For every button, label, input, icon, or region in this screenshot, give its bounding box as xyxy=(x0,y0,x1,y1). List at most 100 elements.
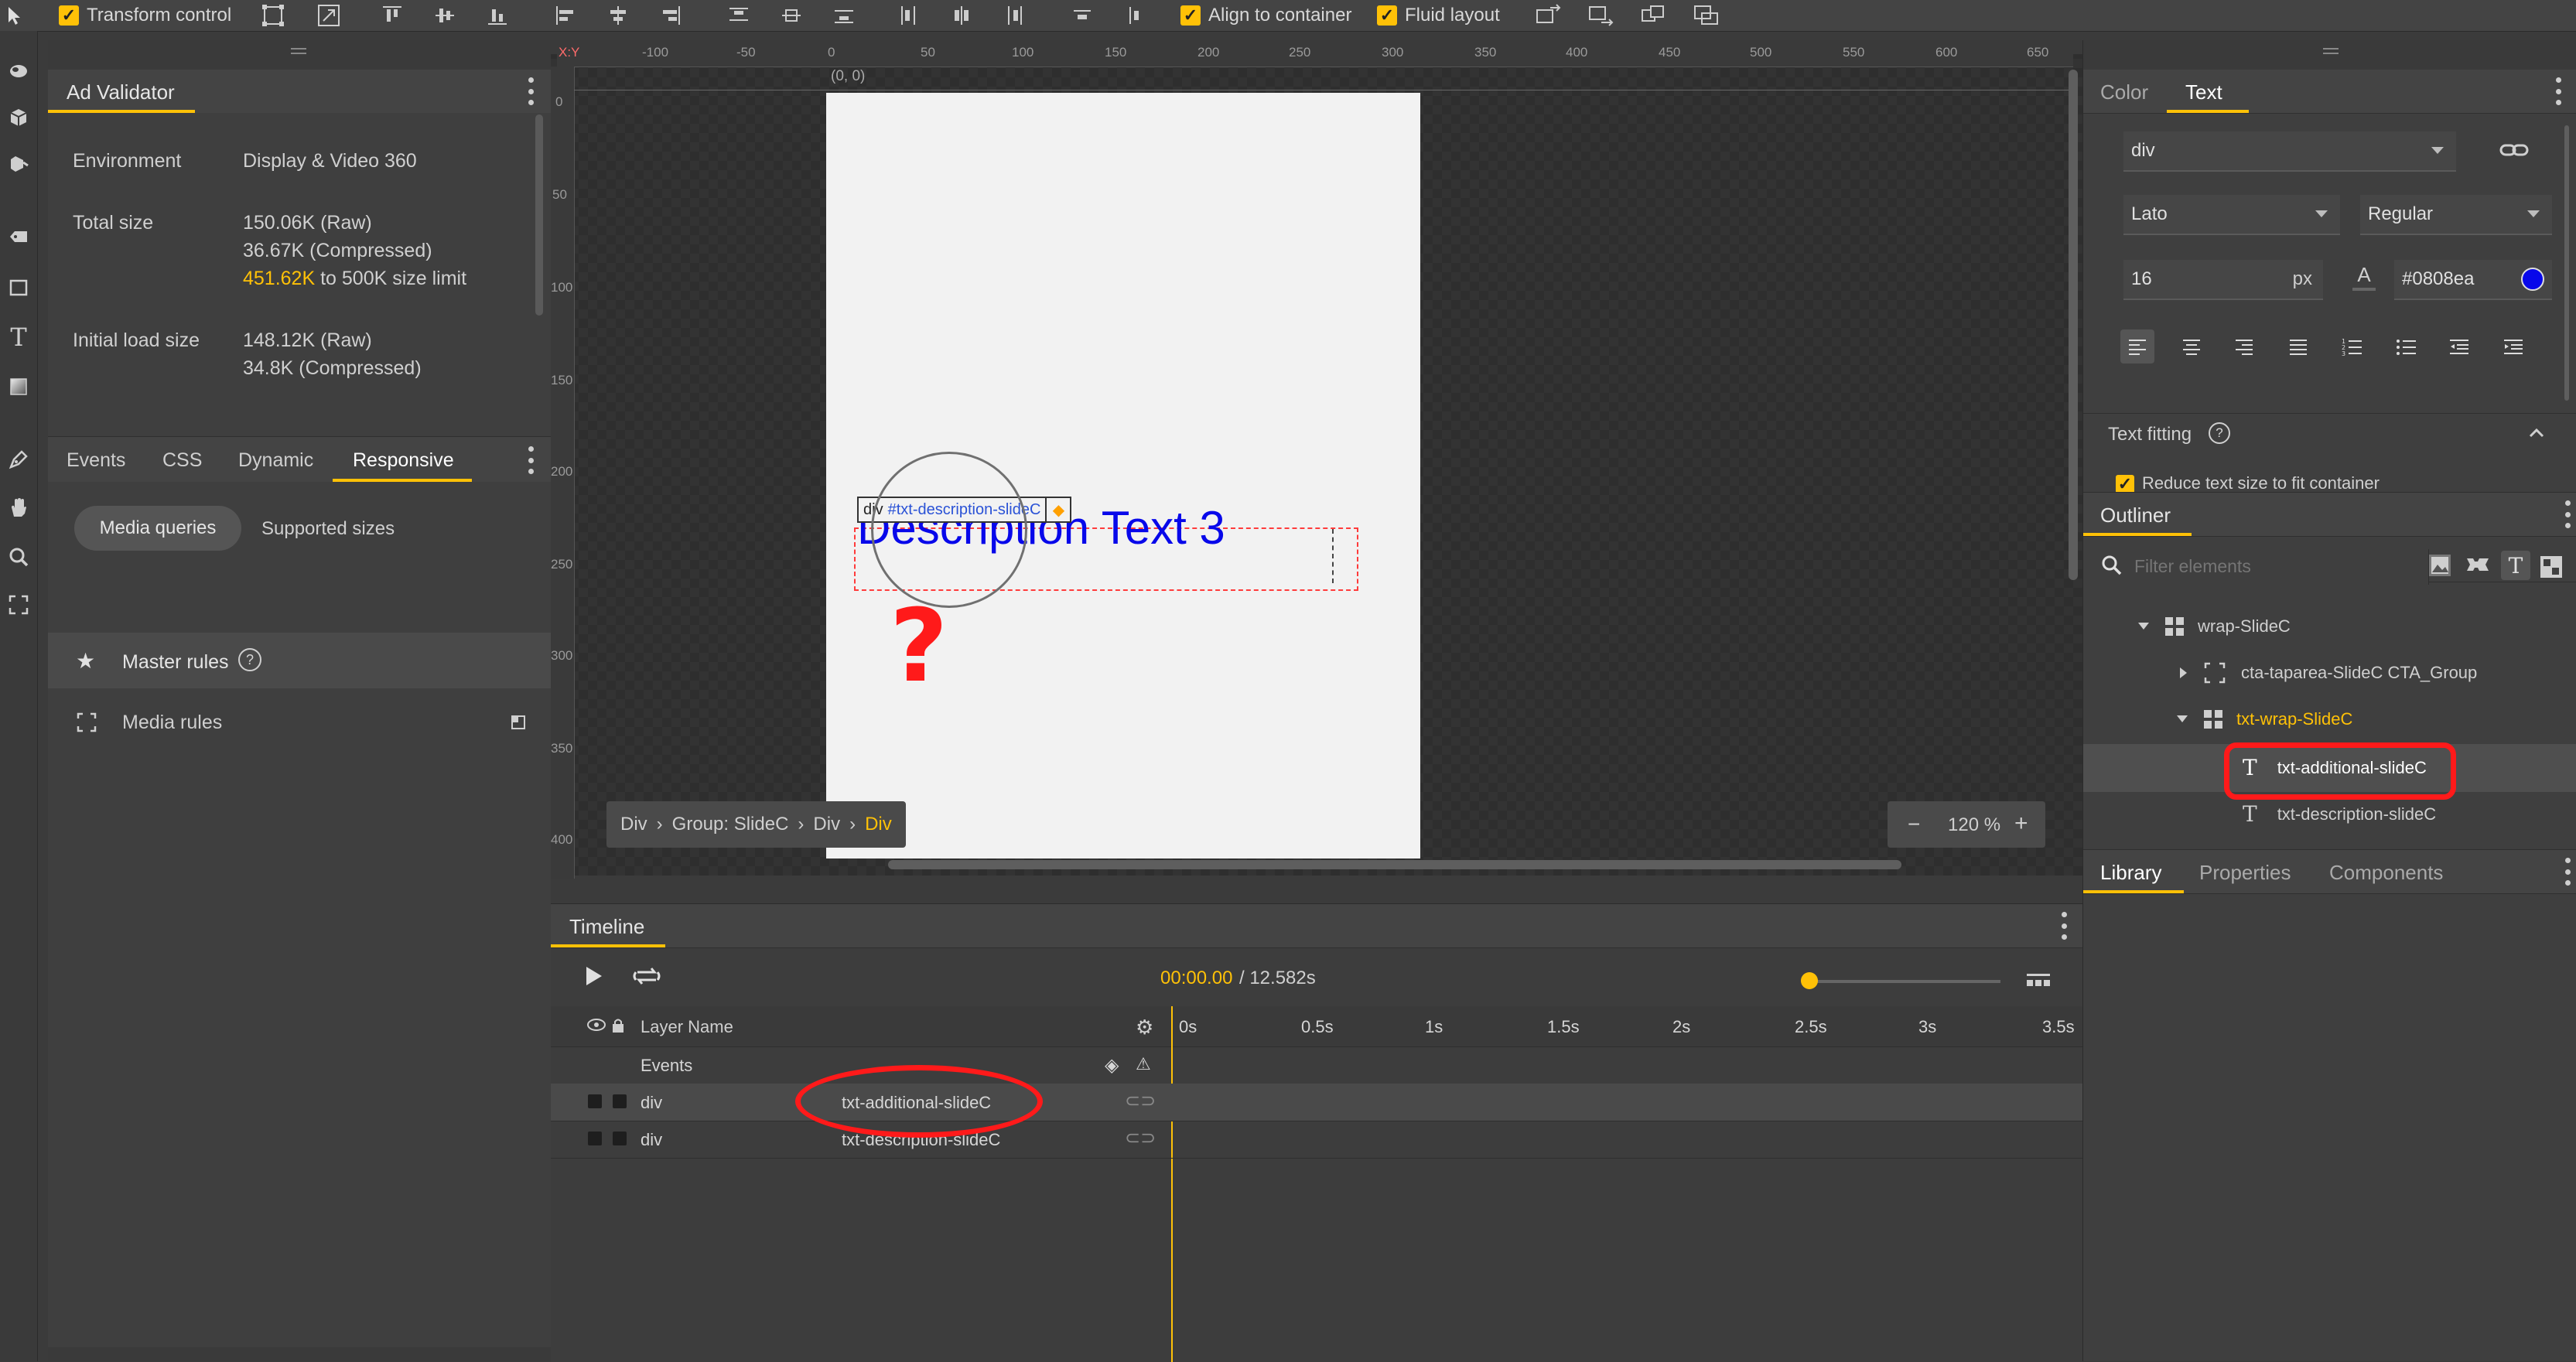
distribute-middle-icon[interactable] xyxy=(780,0,803,31)
lock-toggle[interactable] xyxy=(613,1132,627,1145)
lock-icon[interactable] xyxy=(611,1017,625,1038)
brush-tool-icon[interactable] xyxy=(6,59,31,84)
slider-thumb[interactable] xyxy=(1801,972,1818,989)
reduce-text-option[interactable]: ✓ Reduce text size to fit container xyxy=(2116,470,2380,492)
media-queries-button[interactable]: Media queries xyxy=(74,506,241,551)
font-color-input[interactable]: #0808ea xyxy=(2394,260,2552,300)
layer-row[interactable]: div txt-description-slideC ⊂⊃ xyxy=(551,1121,2082,1159)
hand-tool-icon[interactable] xyxy=(6,495,31,520)
kebab-menu-icon[interactable] xyxy=(2564,858,2571,886)
font-color-icon[interactable]: A xyxy=(2351,265,2377,295)
timeline-view-icon[interactable] xyxy=(2025,971,2052,991)
properties-scrollbar[interactable] xyxy=(2564,125,2569,401)
validator-scrollbar[interactable] xyxy=(535,114,543,316)
send-to-back-icon[interactable] xyxy=(1693,0,1720,31)
link-icon[interactable]: ⊂⊃ xyxy=(1125,1090,1156,1112)
gradient-tool-icon[interactable] xyxy=(6,374,31,399)
font-size-input[interactable]: 16 px xyxy=(2123,260,2323,300)
play-icon[interactable] xyxy=(582,964,605,988)
send-backward-icon[interactable] xyxy=(1587,0,1615,31)
settings-gear-icon[interactable]: ⚙ xyxy=(1136,1016,1153,1039)
image-filter-icon[interactable] xyxy=(2427,552,2453,579)
components-filter-icon[interactable] xyxy=(2464,554,2492,577)
add-keyframe-icon[interactable]: ◈ xyxy=(1105,1054,1119,1077)
tab-responsive[interactable]: Responsive xyxy=(353,449,454,472)
filter-elements-input[interactable] xyxy=(2133,551,2414,582)
scale-icon[interactable] xyxy=(316,0,342,31)
add-rule-icon[interactable] xyxy=(509,713,528,732)
layer-row[interactable]: div txt-additional-slideC ⊂⊃ xyxy=(551,1084,2082,1121)
tab-text[interactable]: Text xyxy=(2185,80,2222,104)
kebab-menu-icon[interactable] xyxy=(528,446,534,474)
group-filter-icon[interactable] xyxy=(2538,554,2564,580)
bring-forward-icon[interactable] xyxy=(1535,0,1563,31)
distribute-center-icon[interactable] xyxy=(950,0,973,31)
breadcrumb-current[interactable]: Div xyxy=(865,814,892,835)
kebab-menu-icon[interactable] xyxy=(2061,912,2067,940)
3d-object-tool-icon[interactable] xyxy=(6,105,31,130)
font-family-select[interactable]: Lato xyxy=(2123,195,2340,235)
tab-properties[interactable]: Properties xyxy=(2199,861,2291,885)
supported-sizes-button[interactable]: Supported sizes xyxy=(261,518,395,540)
align-right-icon[interactable] xyxy=(659,0,682,31)
lock-toggle[interactable] xyxy=(613,1094,627,1108)
text-align-left-icon[interactable] xyxy=(2120,329,2154,364)
outliner-item[interactable]: txt-wrap-SlideC xyxy=(2176,708,2352,730)
help-icon[interactable]: ? xyxy=(238,648,261,671)
numbered-list-icon[interactable]: 123 xyxy=(2335,329,2369,364)
ad-validator-title[interactable]: Ad Validator xyxy=(67,80,175,104)
zoom-level[interactable]: 120 % xyxy=(1948,814,2000,836)
text-justify-icon[interactable] xyxy=(2281,329,2315,364)
zoom-tool-icon[interactable] xyxy=(6,544,31,569)
kebab-menu-icon[interactable] xyxy=(528,77,534,105)
visibility-toggle[interactable] xyxy=(588,1132,602,1145)
indent-icon[interactable] xyxy=(2496,329,2530,364)
tab-dynamic[interactable]: Dynamic xyxy=(238,449,313,472)
tab-events[interactable]: Events xyxy=(67,449,125,472)
distribute-left-icon[interactable] xyxy=(897,0,921,31)
timeline-zoom-slider[interactable] xyxy=(1801,972,2000,989)
outliner-item[interactable]: T txt-description-slideC xyxy=(2243,801,2436,827)
link-icon[interactable] xyxy=(2499,141,2529,159)
ruler-vertical[interactable]: 0 50 100 150 200 250 300 350 400 xyxy=(551,67,575,879)
link-icon[interactable]: ⊂⊃ xyxy=(1125,1127,1156,1149)
transform-box-icon[interactable] xyxy=(260,0,286,31)
color-swatch[interactable] xyxy=(2521,268,2544,291)
tab-components[interactable]: Components xyxy=(2329,861,2443,885)
zoom-out-button[interactable]: − xyxy=(1908,812,1920,837)
bring-to-front-icon[interactable] xyxy=(1640,0,1668,31)
align-center-icon[interactable] xyxy=(606,0,630,31)
transform-control-toggle[interactable]: ✓ Transform control xyxy=(59,0,231,31)
outdent-icon[interactable] xyxy=(2442,329,2476,364)
distribute-right-icon[interactable] xyxy=(1003,0,1026,31)
pen-tool-icon[interactable] xyxy=(6,447,31,472)
outliner-item[interactable]: cta-taparea-SlideC CTA_Group xyxy=(2179,662,2477,684)
font-weight-select[interactable]: Regular xyxy=(2360,195,2552,235)
visibility-eye-icon[interactable] xyxy=(586,1017,606,1037)
tab-library[interactable]: Library xyxy=(2100,861,2161,885)
add-event-icon[interactable]: ⚠ xyxy=(1136,1054,1151,1074)
bullet-list-icon[interactable] xyxy=(2390,329,2424,364)
text-tool-icon[interactable]: T xyxy=(6,323,31,352)
rectangle-tool-icon[interactable] xyxy=(6,275,31,300)
font-unit[interactable]: px xyxy=(2293,268,2312,290)
ruler-horizontal[interactable]: X:Y -100 -50 0 50 100 150 200 250 300 35… xyxy=(557,43,2073,67)
panel-grip[interactable] xyxy=(2083,40,2576,70)
visibility-toggle[interactable] xyxy=(588,1094,602,1108)
loop-icon[interactable] xyxy=(631,964,662,988)
chevron-up-icon[interactable] xyxy=(2529,427,2544,438)
fit-screen-icon[interactable] xyxy=(6,592,31,617)
element-type-select[interactable]: div xyxy=(2123,131,2456,172)
zoom-in-button[interactable]: + xyxy=(2014,811,2028,837)
align-to-container-toggle[interactable]: ✓ Align to container xyxy=(1180,0,1351,31)
breadcrumb-item[interactable]: Div xyxy=(620,814,647,835)
text-align-right-icon[interactable] xyxy=(2227,329,2261,364)
tag-tool-icon[interactable] xyxy=(6,224,31,249)
text-filter-icon[interactable]: T xyxy=(2501,551,2530,580)
space-vertical-icon[interactable] xyxy=(1123,0,1146,31)
kebab-menu-icon[interactable] xyxy=(2555,77,2561,105)
media-rules-row[interactable]: Media rules xyxy=(48,695,551,749)
outliner-title[interactable]: Outliner xyxy=(2100,503,2171,527)
master-rules-row[interactable]: ★ Master rules ? xyxy=(48,633,551,688)
fluid-layout-toggle[interactable]: ✓ Fluid layout xyxy=(1377,0,1500,31)
